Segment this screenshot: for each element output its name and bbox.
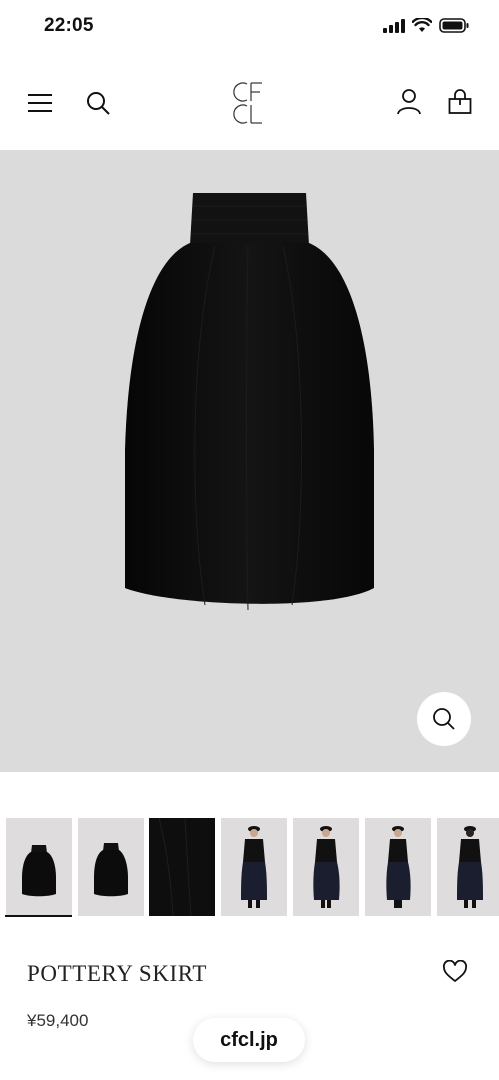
account-icon [397, 89, 421, 115]
status-icons [383, 18, 469, 33]
menu-button[interactable] [26, 90, 54, 116]
search-button[interactable] [84, 89, 112, 117]
thumbnail-4[interactable] [221, 818, 287, 916]
account-button[interactable] [396, 88, 422, 116]
cart-icon [448, 89, 472, 114]
thumbnail-7[interactable] [437, 818, 499, 916]
browser-url: cfcl.jp [220, 1028, 278, 1051]
skirt-image [125, 193, 374, 611]
zoom-button[interactable] [417, 692, 471, 746]
active-thumbnail-indicator [5, 915, 72, 917]
status-time: 22:05 [44, 15, 94, 36]
product-price: ¥59,400 [27, 1011, 89, 1030]
favorite-button[interactable] [442, 959, 468, 986]
wifi-icon [412, 18, 432, 32]
product-hero-image[interactable] [0, 150, 499, 772]
battery-icon [439, 18, 469, 33]
thumbnail-3[interactable] [149, 818, 215, 916]
signal-icon [383, 18, 405, 33]
menu-icon [28, 94, 52, 112]
thumbnail-1[interactable] [6, 818, 72, 916]
magnify-icon [433, 708, 455, 730]
thumbnail-2[interactable] [78, 818, 144, 916]
search-icon [87, 92, 110, 115]
thumbnail-5[interactable] [293, 818, 359, 916]
thumbnail-6[interactable] [365, 818, 431, 916]
brand-logo[interactable] [230, 80, 270, 126]
product-name: POTTERY SKIRT [27, 961, 207, 986]
browser-url-pill[interactable]: cfcl.jp [193, 1018, 305, 1062]
cart-button[interactable] [447, 88, 473, 116]
heart-icon [443, 959, 467, 982]
